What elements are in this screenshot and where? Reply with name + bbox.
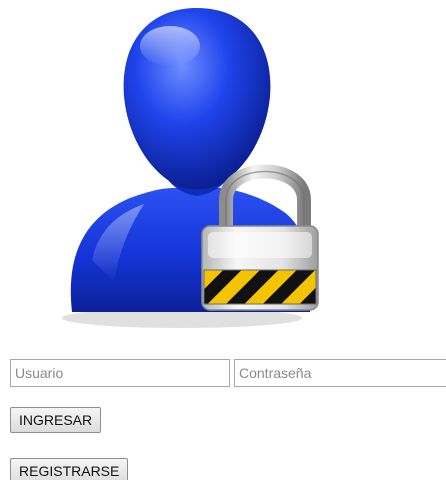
login-page: INGRESAR REGISTRARSE bbox=[0, 0, 446, 480]
password-input[interactable] bbox=[234, 359, 446, 387]
user-lock-icon bbox=[52, 0, 342, 332]
login-button[interactable]: INGRESAR bbox=[10, 407, 102, 433]
username-input[interactable] bbox=[10, 359, 230, 387]
register-button[interactable]: REGISTRARSE bbox=[10, 458, 129, 480]
